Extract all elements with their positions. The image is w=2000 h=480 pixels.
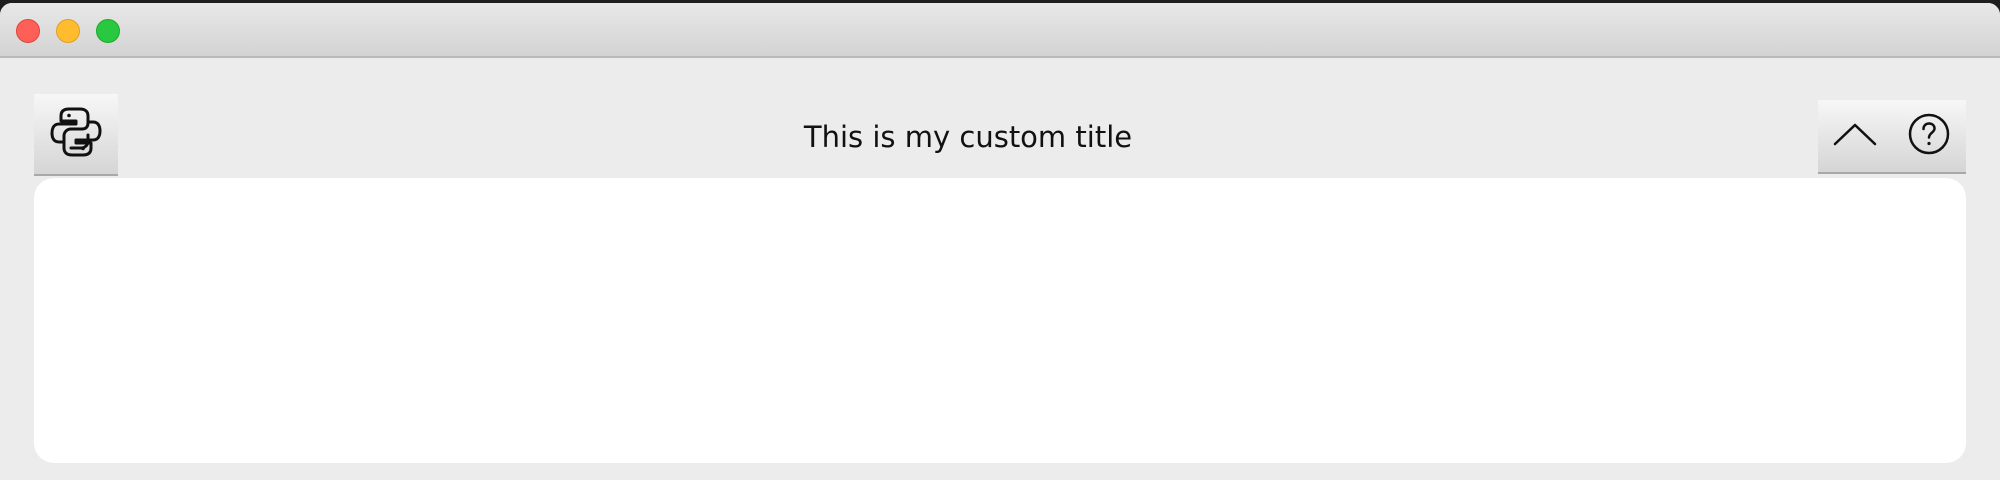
help-button[interactable] [1892,100,1966,172]
page-title: This is my custom title [803,120,1133,154]
app-window: This is my custom title [0,3,2000,480]
collapse-button[interactable] [1818,100,1892,172]
chevron-up-icon [1832,119,1878,153]
python-logo-button[interactable] [34,94,118,176]
title-bar[interactable] [0,3,2000,58]
content-area [34,178,1966,463]
minimize-window-button[interactable] [56,19,80,43]
help-icon [1907,112,1951,160]
python-logo-icon [49,105,103,163]
maximize-window-button[interactable] [96,19,120,43]
toolbar-right-group [1818,100,1966,174]
close-window-button[interactable] [16,19,40,43]
